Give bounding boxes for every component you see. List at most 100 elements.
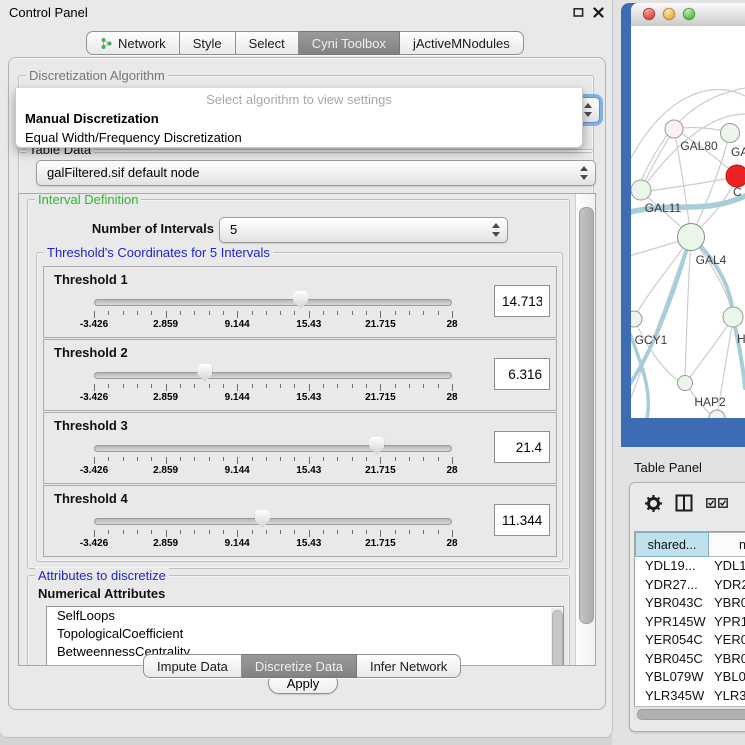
threshold-label: Threshold 2	[54, 345, 128, 360]
table-panel-window: shared... n YDL19...YDL1YDR27...YDR2YBR0…	[629, 482, 745, 732]
checkbox-checked-icon[interactable]	[718, 498, 728, 508]
threshold-slider-thumb[interactable]	[369, 437, 384, 455]
slider-tick	[123, 457, 124, 461]
shared-name-cell: YPR145W	[635, 613, 709, 632]
slider-tick	[237, 530, 238, 537]
network-node-label: GAL11	[645, 201, 682, 215]
slider-tick	[223, 530, 224, 534]
cyni-toolbox-content: Discretization Algorithm Select algorith…	[8, 57, 606, 710]
network-node-label: GA	[731, 145, 745, 159]
number-of-intervals-combobox[interactable]: 5	[219, 217, 508, 243]
tab-impute-data[interactable]: Impute Data	[143, 654, 242, 678]
threshold-value-field[interactable]	[494, 285, 550, 317]
network-node[interactable]	[678, 224, 705, 251]
slider-tick	[280, 457, 281, 461]
settings-scrollbar[interactable]	[575, 194, 595, 665]
slider-tick	[180, 530, 181, 534]
slider-tick	[352, 457, 353, 461]
tab-cyni-toolbox[interactable]: Cyni Toolbox	[299, 31, 400, 55]
settings-scroll-thumb[interactable]	[579, 207, 594, 624]
column-header-name[interactable]: n	[709, 532, 745, 557]
network-icon	[100, 37, 113, 50]
slider-tick	[280, 530, 281, 534]
gear-icon[interactable]	[644, 494, 663, 513]
network-node[interactable]	[709, 410, 725, 418]
network-node[interactable]	[665, 120, 683, 138]
table-row[interactable]: YBR045CYBR0	[635, 650, 745, 669]
slider-tick	[294, 457, 295, 461]
table-row[interactable]: YDR27...YDR2	[635, 576, 745, 595]
threshold-slider-track[interactable]	[94, 372, 452, 379]
threshold-slider-track[interactable]	[94, 445, 452, 452]
threshold-slider-thumb[interactable]	[197, 364, 212, 382]
network-window-titlebar[interactable]	[631, 3, 745, 27]
slider-tick-label: 28	[446, 319, 457, 330]
algorithm-option[interactable]: Equal Width/Frequency Discretization	[19, 128, 579, 147]
slider-tick	[108, 457, 109, 461]
threshold-value-field[interactable]	[494, 504, 550, 536]
node-table: shared... n YDL19...YDL1YDR27...YDR2YBR0…	[634, 531, 745, 707]
attributes-list-scrollbar[interactable]	[551, 608, 562, 666]
tab-label: Select	[249, 36, 285, 51]
table-row[interactable]: YBL079WYBL0	[635, 668, 745, 687]
table-hscroll-thumb[interactable]	[637, 709, 745, 720]
threshold-value-field[interactable]	[494, 358, 550, 390]
slider-tick	[123, 384, 124, 388]
network-node-label: H	[737, 332, 745, 346]
threshold-slider-track[interactable]	[94, 518, 452, 525]
threshold-value-field[interactable]	[494, 431, 550, 463]
slider-tick	[452, 530, 453, 537]
slider-tick	[108, 311, 109, 315]
network-node[interactable]	[631, 180, 651, 200]
tab-select[interactable]: Select	[236, 31, 299, 55]
slider-tick	[380, 311, 381, 318]
split-columns-icon[interactable]	[675, 494, 693, 512]
network-canvas[interactable]: GAL80GACGAL11GAL4GCY1HHAP2	[631, 26, 745, 418]
close-icon[interactable]	[593, 7, 604, 18]
attribute-list-item[interactable]: SelfLoops	[47, 607, 563, 625]
network-node[interactable]	[726, 165, 745, 187]
tab-discretize-data[interactable]: Discretize Data	[242, 654, 357, 678]
slider-tick	[108, 384, 109, 388]
network-node[interactable]	[678, 376, 693, 391]
network-node[interactable]	[721, 124, 740, 143]
network-node[interactable]	[631, 311, 642, 327]
slider-tick	[209, 530, 210, 534]
attribute-list-item[interactable]: TopologicalCoefficient	[47, 625, 563, 643]
table-row[interactable]: YDL19...YDL1	[635, 557, 745, 576]
tab-jactivemnodules[interactable]: jActiveMNodules	[400, 31, 524, 55]
checkbox-checked-icon[interactable]	[706, 498, 716, 508]
mac-minimize-icon[interactable]	[663, 8, 675, 20]
attributes-list-scroll-thumb[interactable]	[552, 610, 563, 666]
table-data-combobox[interactable]: galFiltered.sif default node	[36, 160, 596, 186]
name-cell: YBR0	[709, 650, 745, 669]
threshold-slider-thumb[interactable]	[255, 510, 270, 528]
slider-tick	[151, 530, 152, 534]
table-row[interactable]: YLR345WYLR3	[635, 687, 745, 706]
table-horizontal-scrollbar[interactable]	[634, 706, 745, 720]
slider-tick	[194, 457, 195, 461]
threshold-slider-track[interactable]	[94, 299, 452, 306]
slider-tick	[423, 530, 424, 534]
mac-zoom-icon[interactable]	[683, 8, 695, 20]
slider-tick	[294, 530, 295, 534]
slider-tick-label: 9.144	[225, 538, 250, 549]
threshold-slider-thumb[interactable]	[293, 291, 308, 309]
network-node[interactable]	[723, 307, 743, 327]
tab-label: Impute Data	[157, 659, 228, 674]
slider-tick	[151, 457, 152, 461]
slider-tick	[395, 384, 396, 388]
bottom-tab-bar: Impute Data Discretize DataInfer Network	[143, 654, 461, 678]
slider-tick	[395, 311, 396, 315]
algorithm-option[interactable]: Manual Discretization	[19, 109, 579, 128]
slider-tick	[180, 311, 181, 315]
tab-infer-network[interactable]: Infer Network	[357, 654, 461, 678]
tab-network[interactable]: Network	[86, 31, 180, 55]
table-row[interactable]: YPR145WYPR1	[635, 613, 745, 632]
table-row[interactable]: YBR043CYBR0	[635, 594, 745, 613]
float-window-icon[interactable]	[573, 7, 584, 18]
mac-close-icon[interactable]	[643, 8, 655, 20]
table-row[interactable]: YER054CYER0	[635, 631, 745, 650]
tab-style[interactable]: Style	[180, 31, 236, 55]
column-header-shared-name[interactable]: shared...	[635, 532, 709, 557]
